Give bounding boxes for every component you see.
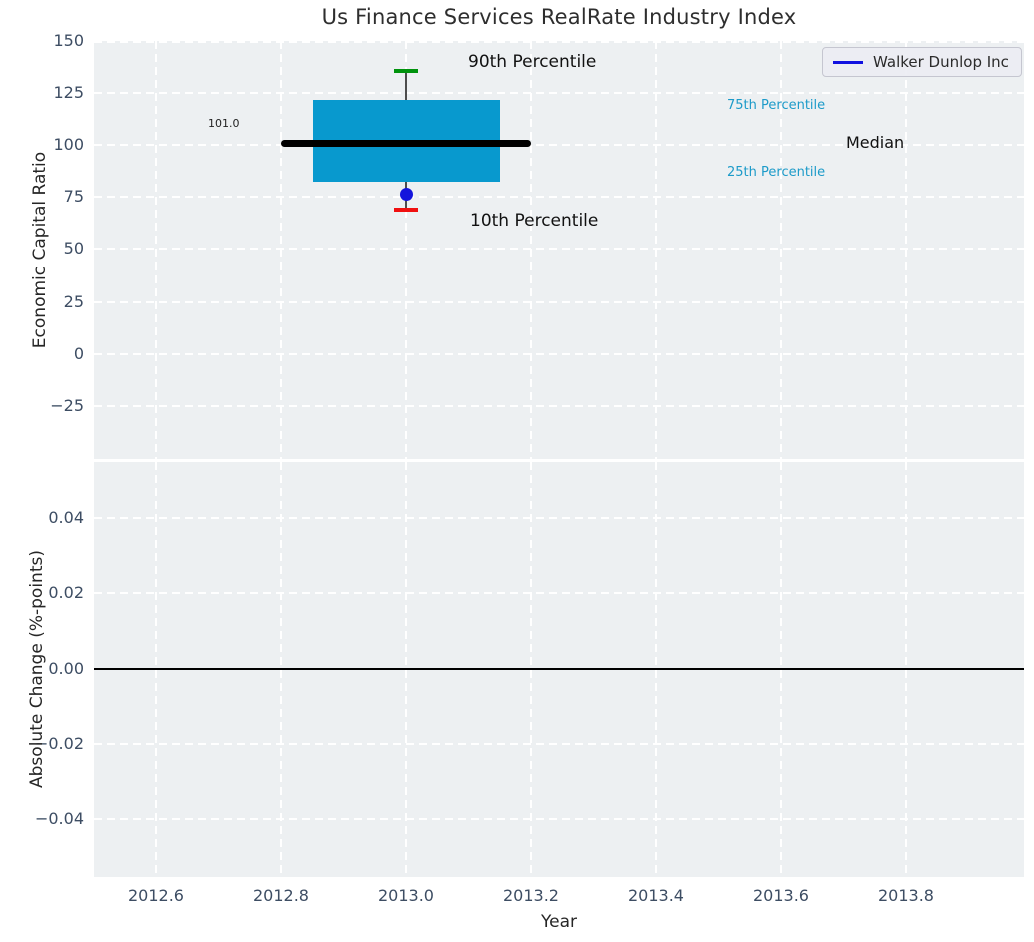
company-marker-dot	[400, 188, 413, 201]
legend-label: Walker Dunlop Inc	[873, 53, 1009, 71]
annotation-median-value: 101.0	[208, 117, 240, 130]
legend-line-sample	[833, 60, 863, 64]
annotation-75th-percentile: 75th Percentile	[727, 98, 826, 113]
gridline-v-2013-4	[655, 41, 657, 459]
gridline-h-50	[94, 248, 1024, 250]
xtick-2012-6: 2012.6	[128, 886, 184, 905]
annotation-10th-percentile: 10th Percentile	[470, 211, 599, 231]
xtick-2013-8: 2013.8	[878, 886, 934, 905]
gridline-h-0-04	[94, 517, 1024, 519]
y-axis-label-bottom: Absolute Change (%-points)	[27, 550, 47, 788]
ytick-0-02: 0.02	[48, 583, 84, 602]
ytick-neg0-04: −0.04	[34, 809, 84, 828]
xtick-2013-6: 2013.6	[753, 886, 809, 905]
gridline-h-150	[94, 41, 1024, 43]
figure: Us Finance Services RealRate Industry In…	[0, 0, 1034, 942]
median-line	[281, 140, 531, 147]
annotation-median: Median	[846, 133, 905, 152]
gridline-v-2013-2	[530, 41, 532, 459]
chart-title: Us Finance Services RealRate Industry In…	[321, 5, 797, 29]
gridline-h-neg25	[94, 405, 1024, 407]
legend: Walker Dunlop Inc	[822, 47, 1022, 77]
annotation-90th-percentile: 90th Percentile	[468, 52, 597, 72]
gridline-h-125	[94, 92, 1024, 94]
gridline-h-25	[94, 301, 1024, 303]
gridline-h-0	[94, 353, 1024, 355]
gridline-v-2012-8	[280, 41, 282, 459]
xtick-2013-4: 2013.4	[628, 886, 684, 905]
gridline-h-75	[94, 196, 1024, 198]
x-axis-label: Year	[541, 912, 577, 932]
y-axis-label-top: Economic Capital Ratio	[30, 151, 50, 349]
bottom-panel	[94, 462, 1024, 877]
xtick-2013-2: 2013.2	[503, 886, 559, 905]
gridline-h-neg0-04	[94, 818, 1024, 820]
p90-cap	[394, 69, 418, 73]
gridline-v-2012-6	[155, 41, 157, 459]
xtick-2012-8: 2012.8	[253, 886, 309, 905]
zero-change-line	[94, 668, 1024, 670]
top-panel: 90th Percentile 10th Percentile 101.0 75…	[94, 41, 1024, 459]
p10-cap	[394, 208, 418, 212]
ytick-neg0-02: −0.02	[34, 734, 84, 753]
gridline-h-neg0-02	[94, 743, 1024, 745]
annotation-25th-percentile: 25th Percentile	[727, 165, 826, 180]
ytick-150: 150	[53, 31, 84, 50]
xtick-2013-0: 2013.0	[378, 886, 434, 905]
gridline-v-2013-8	[905, 41, 907, 459]
gridline-h-0-02	[94, 592, 1024, 594]
ytick-0-00: 0.00	[48, 659, 84, 678]
ytick-0-04: 0.04	[48, 508, 84, 527]
